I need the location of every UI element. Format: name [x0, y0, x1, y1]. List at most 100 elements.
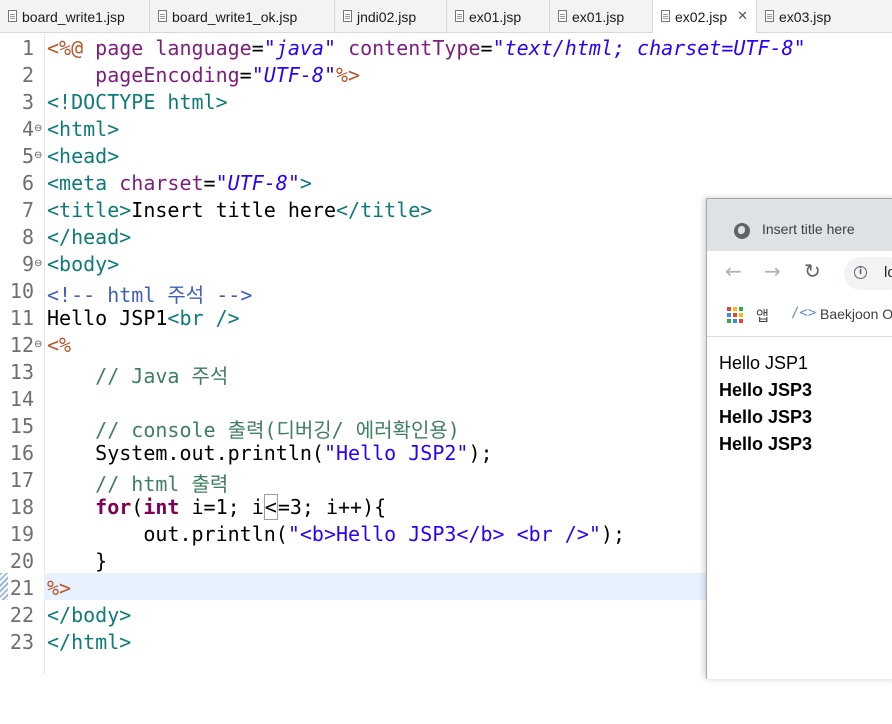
browser-tab[interactable]: Insert title here: [707, 199, 892, 251]
code-line: 3 <!DOCTYPE html>: [0, 88, 892, 115]
code-text: </html>: [47, 630, 132, 654]
globe-icon: [734, 223, 750, 239]
jsp-file-icon: [158, 10, 167, 22]
line-number: 19: [9, 522, 34, 546]
page-content: Hello JSP1 Hello JSP3 Hello JSP3 Hello J…: [707, 337, 892, 679]
jsp-file-icon: [765, 10, 774, 22]
code-line: 4 ⊖ <html>: [0, 115, 892, 142]
apps-grid-dot: [733, 319, 737, 323]
apps-grid-dot: [727, 313, 731, 317]
fold-toggle-icon[interactable]: ⊖: [34, 150, 42, 161]
line-number: 5: [21, 144, 34, 168]
close-icon[interactable]: ✕: [737, 8, 748, 24]
output-line-bold: Hello JSP3: [719, 380, 813, 400]
code-line: 6 <meta charset="UTF-8">: [0, 169, 892, 196]
editor-tab-bar: board_write1.jsp board_write1_ok.jsp jnd…: [0, 0, 892, 33]
code-text: pageEncoding="UTF-8"%>: [95, 63, 361, 87]
fold-toggle-icon[interactable]: ⊖: [34, 123, 42, 134]
code-text: </head>: [47, 225, 132, 249]
code-text: <html>: [47, 117, 120, 141]
tab-ex02[interactable]: ex02.jsp ✕: [653, 0, 757, 33]
browser-toolbar: ← → ↻ i lo: [707, 251, 892, 295]
line-number: 23: [9, 630, 34, 654]
line-number: 13: [9, 360, 34, 384]
line-number: 18: [9, 495, 34, 519]
address-bar[interactable]: i lo: [844, 257, 892, 290]
line-number: 20: [9, 549, 34, 573]
tab-label: ex01.jsp: [572, 9, 625, 25]
line-number: 14: [9, 387, 34, 411]
apps-grid-icon[interactable]: [727, 307, 743, 323]
bracket-match-highlight: <: [263, 494, 278, 520]
tab-ex01[interactable]: ex01.jsp: [447, 0, 550, 33]
code-text: <!DOCTYPE html>: [47, 90, 228, 114]
reload-icon[interactable]: ↻: [804, 261, 821, 281]
line-number: 2: [21, 63, 34, 87]
code-text: <%@ page language="java" contentType="te…: [47, 36, 806, 60]
tab-label: ex01.jsp: [469, 9, 522, 25]
line-number: 22: [9, 603, 34, 627]
code-text: <head>: [47, 144, 120, 168]
code-line: 1 <%@ page language="java" contentType="…: [0, 34, 892, 61]
tab-label: jndi02.jsp: [357, 9, 417, 25]
apps-grid-dot: [733, 313, 737, 317]
browser-tab-title: Insert title here: [762, 221, 855, 237]
line-number: 16: [9, 441, 34, 465]
line-number: 10: [9, 279, 34, 303]
line-number: 15: [9, 414, 34, 438]
line-number: 7: [21, 198, 34, 222]
jsp-file-icon: [8, 10, 17, 22]
code-text: <body>: [47, 252, 120, 276]
line-number: 3: [21, 90, 34, 114]
info-icon[interactable]: i: [854, 266, 867, 279]
apps-grid-dot: [733, 307, 737, 311]
bookmark-baekjoon[interactable]: Baekjoon O: [820, 306, 892, 322]
line-number: 21: [9, 576, 34, 600]
jsp-file-icon: [343, 10, 352, 22]
tab-jndi02[interactable]: jndi02.jsp: [335, 0, 447, 33]
apps-grid-dot: [727, 319, 731, 323]
code-text: <title>Insert title here</title>: [47, 198, 433, 222]
line-number: 4: [21, 117, 34, 141]
browser-window: Insert title here ← → ↻ i lo 앱 /<> Baekj…: [706, 198, 892, 679]
tab-label: ex02.jsp: [675, 9, 728, 25]
code-text: <%: [47, 333, 72, 357]
forward-arrow-icon[interactable]: →: [764, 261, 781, 281]
jsp-file-icon: [661, 10, 670, 22]
output-line-bold: Hello JSP3: [719, 407, 813, 427]
code-text: Hello JSP1<br />: [47, 306, 240, 330]
apps-grid-dot: [739, 313, 743, 317]
code-text: %>: [47, 576, 72, 600]
tab-ex01-second[interactable]: ex01.jsp: [550, 0, 653, 33]
fold-toggle-icon[interactable]: ⊖: [34, 339, 42, 350]
jsp-file-icon: [455, 10, 464, 22]
code-text: for(int i=1; i<=3; i++){: [95, 494, 387, 520]
code-text: <meta charset="UTF-8">: [47, 171, 312, 195]
code-text: </body>: [47, 603, 132, 627]
tab-label: board_write1_ok.jsp: [172, 9, 298, 25]
apps-grid-dot: [739, 319, 743, 323]
line-number: 8: [21, 225, 34, 249]
output-line: Hello JSP1: [719, 353, 809, 373]
bookmarks-bar: 앱 /<> Baekjoon O: [707, 295, 892, 337]
line-number: 12: [9, 333, 34, 357]
back-arrow-icon[interactable]: ←: [725, 261, 742, 281]
tab-board-write1-ok[interactable]: board_write1_ok.jsp: [150, 0, 335, 33]
code-line: 5 ⊖ <head>: [0, 142, 892, 169]
tab-ex03[interactable]: ex03.jsp: [757, 0, 892, 33]
jsp-file-icon: [558, 10, 567, 22]
fold-toggle-icon[interactable]: ⊖: [34, 258, 42, 269]
tab-label: ex03.jsp: [779, 9, 832, 25]
code-text: System.out.println("Hello JSP2");: [47, 441, 493, 465]
apps-grid-dot: [727, 307, 731, 311]
url-text: lo: [884, 264, 892, 281]
line-number: 6: [21, 171, 34, 195]
code-line: 2 pageEncoding="UTF-8"%>: [0, 61, 892, 88]
code-bookmark-icon: /<>: [791, 305, 817, 321]
tab-board-write1[interactable]: board_write1.jsp: [0, 0, 150, 33]
line-number: 11: [9, 306, 34, 330]
line-number: 1: [21, 36, 34, 60]
tab-label: board_write1.jsp: [22, 9, 125, 25]
bookmark-apps-label[interactable]: 앱: [756, 306, 769, 326]
line-number: 9: [21, 252, 34, 276]
